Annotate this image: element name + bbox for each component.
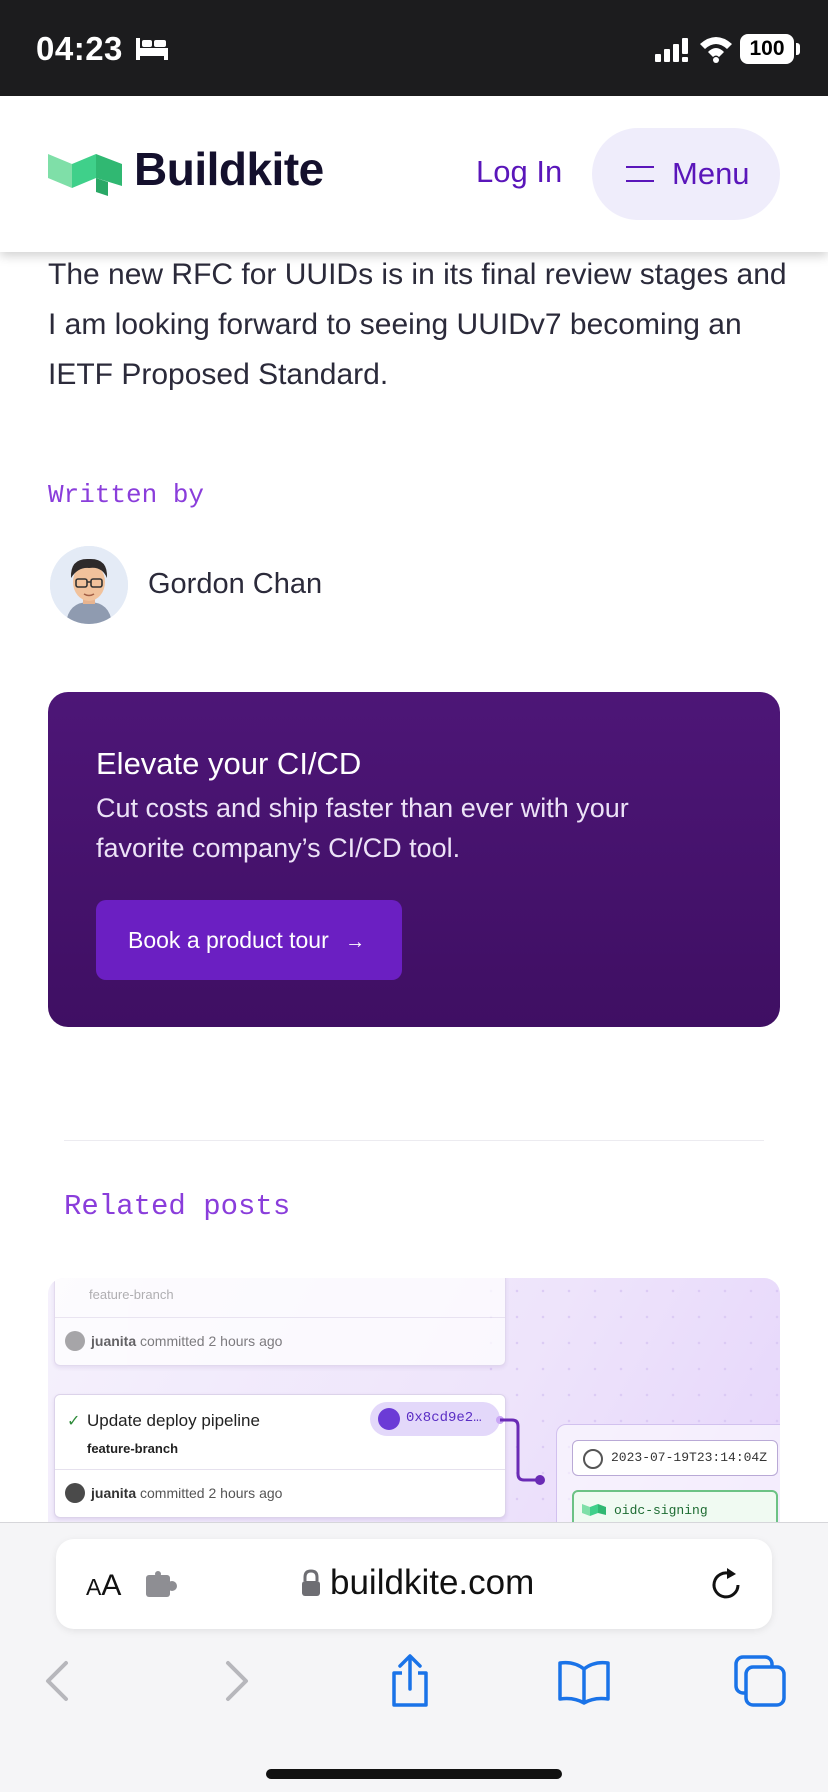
- oidc-step-box: oidc-signing: [572, 1490, 778, 1522]
- bookmarks-icon[interactable]: [556, 1653, 612, 1709]
- commit-branch: feature-branch: [89, 1287, 174, 1302]
- home-indicator: [266, 1769, 562, 1779]
- book-product-tour-button[interactable]: Book a product tour →: [96, 900, 402, 980]
- lock-icon: [302, 1569, 320, 1596]
- commit-separator: [55, 1469, 505, 1470]
- logo-text[interactable]: Buildkite: [134, 142, 324, 196]
- battery-icon: 100: [740, 34, 794, 64]
- step-name: oidc-signing: [614, 1503, 708, 1518]
- commit-card-faded: feature-branch juanita committed 2 hours…: [54, 1278, 506, 1366]
- section-divider: [64, 1140, 764, 1141]
- author-avatar-illustration: [50, 546, 128, 624]
- buildkite-logo-icon[interactable]: [48, 150, 122, 196]
- timestamp-box: 2023-07-19T23:14:04Z: [572, 1440, 778, 1476]
- commit-time: committed 2 hours ago: [140, 1485, 283, 1501]
- forward-icon[interactable]: [208, 1653, 264, 1709]
- commit-title: Update deploy pipeline: [87, 1411, 260, 1430]
- timestamp-text: 2023-07-19T23:14:04Z: [611, 1450, 768, 1465]
- commit-time: committed 2 hours ago: [140, 1333, 283, 1349]
- commit-user: juanita: [91, 1485, 137, 1501]
- cta-card: Elevate your CI/CD Cut costs and ship fa…: [48, 692, 780, 1027]
- user-avatar-icon: [65, 1331, 85, 1351]
- address-bar[interactable]: AA buildkite.com: [56, 1539, 772, 1629]
- browser-toolbar: AA buildkite.com: [0, 1522, 828, 1792]
- menu-label: Menu: [672, 156, 750, 191]
- commit-meta: juanita committed 2 hours ago: [91, 1333, 282, 1349]
- tabs-icon[interactable]: [732, 1653, 788, 1709]
- hash-text: 0x8cd9e2…: [406, 1410, 482, 1426]
- commit-meta: juanita committed 2 hours ago: [91, 1485, 282, 1501]
- wifi-icon: [700, 37, 732, 63]
- cta-description: Cut costs and ship faster than ever with…: [96, 793, 629, 863]
- commit-branch: feature-branch: [87, 1441, 179, 1456]
- commit-separator: [55, 1317, 505, 1318]
- user-avatar-icon: [65, 1483, 85, 1503]
- status-bar: 04:23 100: [0, 0, 828, 96]
- status-time: 04:23: [36, 30, 123, 67]
- signature-gear-icon: [378, 1408, 400, 1430]
- share-icon[interactable]: [382, 1653, 438, 1709]
- hamburger-menu-icon: [626, 166, 654, 182]
- check-icon: ✓: [67, 1413, 81, 1430]
- url-text[interactable]: buildkite.com: [330, 1563, 534, 1603]
- extension-puzzle-icon[interactable]: [144, 1571, 178, 1599]
- back-icon[interactable]: [30, 1653, 86, 1709]
- author-name[interactable]: Gordon Chan: [148, 568, 322, 601]
- article-paragraph: The new RFC for UUIDs is in its final re…: [48, 258, 787, 391]
- cta-title: Elevate your CI/CD: [96, 746, 362, 781]
- site-header: Buildkite Log In Menu: [0, 96, 828, 252]
- text-size-button[interactable]: AA: [86, 1569, 121, 1603]
- related-posts-heading: Related posts: [64, 1190, 291, 1223]
- author-avatar[interactable]: [50, 546, 128, 624]
- login-link[interactable]: Log In: [476, 154, 562, 190]
- buildkite-small-icon: [582, 1504, 606, 1516]
- clock-icon: [583, 1449, 603, 1469]
- reload-icon[interactable]: [708, 1567, 744, 1603]
- signal-icon: [655, 38, 688, 62]
- commit-user: juanita: [91, 1333, 137, 1349]
- bed-icon: [136, 38, 168, 60]
- menu-button[interactable]: Menu: [592, 128, 780, 220]
- battery-tip: [796, 43, 800, 55]
- cta-button-label: Book a product tour: [128, 926, 329, 953]
- arrow-right-icon: →: [345, 930, 366, 953]
- related-post-image[interactable]: feature-branch juanita committed 2 hours…: [48, 1278, 780, 1522]
- connector-line: [496, 1416, 545, 1485]
- hash-pill: 0x8cd9e2…: [370, 1402, 500, 1436]
- written-by-label: Written by: [48, 480, 205, 510]
